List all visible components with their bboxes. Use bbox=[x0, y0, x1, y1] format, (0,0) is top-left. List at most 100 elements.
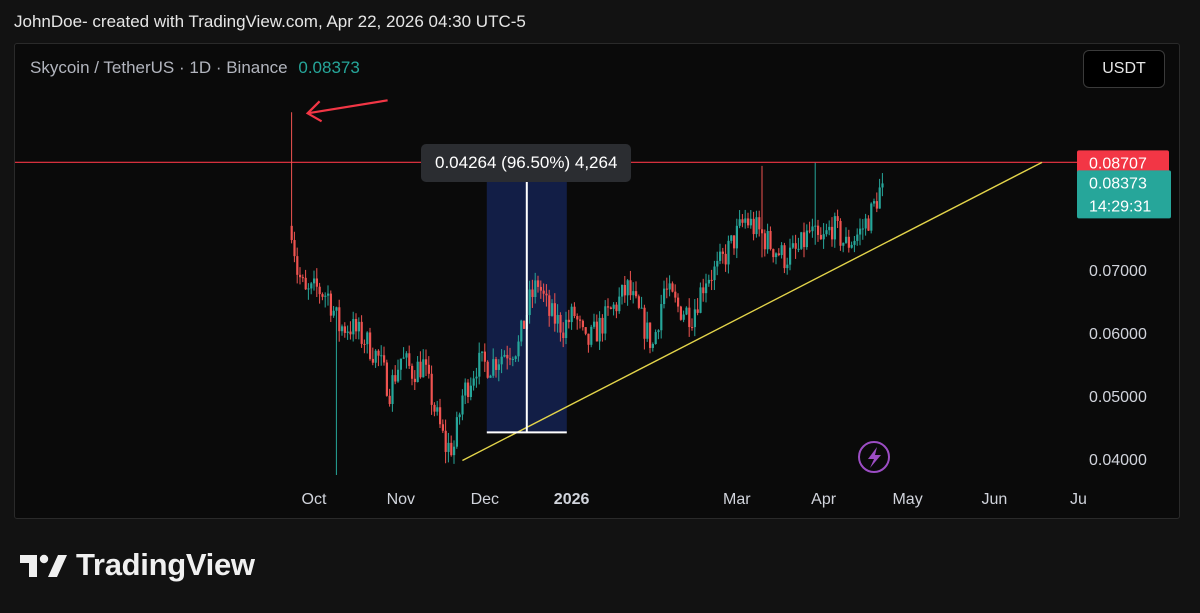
candle-body bbox=[556, 314, 559, 324]
candle-body bbox=[783, 245, 786, 269]
chart-panel[interactable]: 0.040000.050000.060000.070000.100000.087… bbox=[14, 43, 1180, 519]
candle-body bbox=[850, 244, 853, 248]
x-tick-label: Oct bbox=[302, 491, 327, 508]
candle-body bbox=[315, 278, 318, 287]
candle-body bbox=[621, 284, 624, 297]
y-tick-label: 0.05000 bbox=[1089, 389, 1147, 406]
lightning-icon bbox=[858, 441, 890, 473]
candle-body bbox=[517, 341, 520, 357]
candle-body bbox=[436, 407, 439, 412]
candle-body bbox=[842, 242, 845, 246]
measure-tooltip: 0.04264 (96.50%) 4,264 bbox=[421, 144, 632, 182]
currency-button[interactable]: USDT bbox=[1083, 50, 1165, 88]
candle-body bbox=[825, 230, 828, 235]
candle-body bbox=[847, 236, 850, 248]
candle-body bbox=[343, 326, 346, 333]
candle-body bbox=[296, 256, 299, 275]
candle-body bbox=[875, 201, 878, 209]
candle-body bbox=[693, 309, 696, 328]
candle-body bbox=[861, 228, 864, 230]
candle-body bbox=[293, 240, 296, 257]
candle-body bbox=[833, 216, 836, 240]
candle-body bbox=[301, 277, 304, 279]
candle-body bbox=[730, 235, 733, 241]
candle-body bbox=[789, 247, 792, 265]
candle-body bbox=[313, 278, 316, 284]
candle-body bbox=[766, 230, 769, 250]
candle-body bbox=[509, 358, 512, 360]
x-tick-label: Jun bbox=[982, 491, 1008, 508]
candle-body bbox=[579, 319, 582, 321]
candle-body bbox=[786, 264, 789, 269]
candle-body bbox=[607, 306, 610, 308]
candle-body bbox=[413, 378, 416, 383]
y-tick-label: 0.06000 bbox=[1089, 326, 1147, 343]
candle-body bbox=[332, 310, 335, 316]
candle-body bbox=[679, 306, 682, 320]
candle-body bbox=[489, 375, 492, 378]
x-tick-label: Nov bbox=[387, 491, 415, 508]
candle-body bbox=[595, 321, 598, 342]
candle-body bbox=[539, 286, 542, 291]
candle-body bbox=[881, 183, 884, 188]
candle-body bbox=[808, 230, 811, 232]
candle-body bbox=[615, 304, 618, 312]
candle-body bbox=[629, 280, 632, 296]
candle-body bbox=[752, 218, 755, 235]
candle-body bbox=[411, 365, 414, 379]
candle-body bbox=[791, 243, 794, 248]
candle-body bbox=[551, 303, 554, 316]
candle-body bbox=[492, 359, 495, 376]
lightning-icon-bolt bbox=[868, 447, 881, 468]
candle-body bbox=[369, 332, 372, 359]
tradingview-logo-icon bbox=[20, 554, 67, 577]
candle-body bbox=[341, 326, 344, 332]
candle-body bbox=[724, 253, 727, 265]
candle-body bbox=[506, 354, 509, 359]
candle-body bbox=[777, 253, 780, 256]
candle-body bbox=[873, 201, 876, 204]
symbol-legend[interactable]: Skycoin / TetherUS · 1D · Binance 0.0837… bbox=[30, 58, 360, 78]
candle-body bbox=[397, 369, 400, 382]
candle-body bbox=[553, 303, 556, 324]
candle-body bbox=[441, 424, 444, 431]
candle-body bbox=[528, 289, 531, 316]
last-price-badge: 0.08373 14:29:31 bbox=[1077, 170, 1171, 219]
candle-body bbox=[688, 307, 691, 328]
candle-body bbox=[663, 288, 666, 305]
x-tick-label: Apr bbox=[811, 491, 837, 508]
candle-body bbox=[385, 362, 388, 396]
candle-body bbox=[461, 395, 464, 415]
candle-body bbox=[878, 187, 881, 209]
candle-body bbox=[733, 235, 736, 249]
candle-body bbox=[299, 274, 302, 278]
candle-body bbox=[399, 358, 402, 370]
y-tick-label: 0.07000 bbox=[1089, 263, 1147, 280]
candle-body bbox=[514, 356, 517, 359]
candle-body bbox=[741, 219, 744, 223]
candle-body bbox=[464, 382, 467, 396]
candle-body bbox=[545, 293, 548, 296]
candle-body bbox=[475, 376, 478, 379]
candle-body bbox=[763, 233, 766, 250]
candle-body bbox=[587, 333, 590, 345]
tradingview-wordmark: TradingView bbox=[76, 547, 255, 582]
x-tick-label: Dec bbox=[471, 491, 499, 508]
candle-body bbox=[394, 375, 397, 382]
candle-body bbox=[775, 253, 778, 258]
candle-body bbox=[439, 407, 442, 425]
candle-body bbox=[710, 279, 713, 281]
candle-body bbox=[444, 430, 447, 452]
candle-body bbox=[761, 229, 764, 234]
candle-body bbox=[859, 228, 862, 235]
candle-body bbox=[803, 232, 806, 248]
candle-body bbox=[839, 220, 842, 246]
x-tick-label: 2026 bbox=[554, 491, 590, 508]
candle-body bbox=[817, 225, 820, 235]
candle-body bbox=[609, 307, 612, 309]
candle-body bbox=[531, 289, 534, 298]
candle-body bbox=[402, 357, 405, 359]
candle-body bbox=[548, 295, 551, 316]
candle-body bbox=[537, 280, 540, 287]
price-chart[interactable]: 0.040000.050000.060000.070000.100000.087… bbox=[15, 44, 1180, 519]
